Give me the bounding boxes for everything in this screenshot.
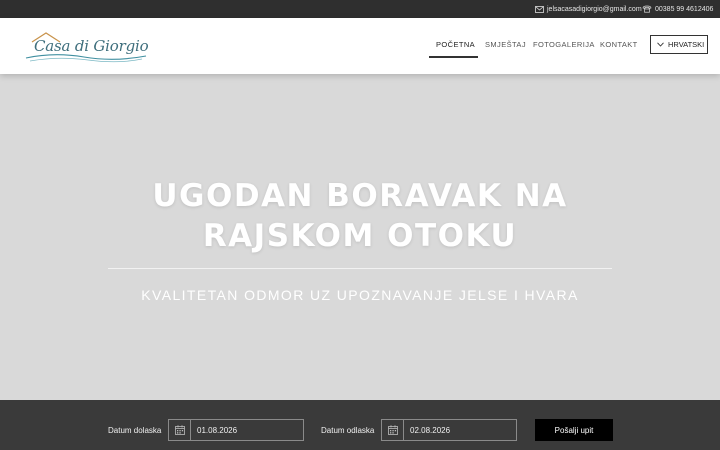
active-nav-indicator bbox=[429, 56, 478, 58]
arrival-date-field[interactable]: 01.08.2026 bbox=[168, 419, 304, 441]
email-contact[interactable]: jelsacasadigiorgio@gmail.com bbox=[535, 0, 642, 18]
phone-contact[interactable]: 00385 99 4612406 bbox=[642, 0, 713, 18]
nav-item-fotogalerija[interactable]: FOTOGALERIJA bbox=[533, 40, 595, 49]
envelope-icon bbox=[535, 5, 544, 13]
site-header: Casa di Giorgio POČETNA SMJEŠTAJ FOTOGAL… bbox=[0, 18, 720, 74]
hero-divider bbox=[108, 268, 612, 269]
hero-section: UGODAN BORAVAK NA RAJSKOM OTOKU KVALITET… bbox=[0, 74, 720, 400]
chevron-down-icon bbox=[657, 40, 664, 49]
nav-item-smjestaj[interactable]: SMJEŠTAJ bbox=[485, 40, 526, 49]
hero-title-line-2: RAJSKOM OTOKU bbox=[202, 218, 518, 254]
language-label: HRVATSKI bbox=[668, 40, 705, 49]
site-logo[interactable]: Casa di Giorgio bbox=[24, 28, 149, 66]
arrival-date-value: 01.08.2026 bbox=[197, 425, 238, 435]
booking-bar: Datum dolaska 01.08.2026 Datum odlaska 0… bbox=[0, 400, 720, 450]
logo-text: Casa di Giorgio bbox=[34, 37, 149, 55]
phone-text: 00385 99 4612406 bbox=[655, 5, 714, 13]
send-inquiry-button[interactable]: Pošalji upit bbox=[535, 419, 613, 441]
departure-date-label: Datum odlaska bbox=[321, 426, 375, 435]
arrival-date-label: Datum dolaska bbox=[108, 426, 162, 435]
departure-date-value: 02.08.2026 bbox=[410, 425, 451, 435]
hero-title-line-1: UGODAN BORAVAK NA bbox=[152, 178, 568, 214]
language-selector[interactable]: HRVATSKI bbox=[650, 35, 708, 54]
phone-icon bbox=[642, 5, 652, 13]
top-contact-bar: jelsacasadigiorgio@gmail.com 00385 99 46… bbox=[0, 0, 720, 18]
hero-subtitle: KVALITETAN ODMOR UZ UPOZNAVANJE JELSE I … bbox=[141, 287, 579, 303]
nav-item-pocetna[interactable]: POČETNA bbox=[436, 40, 475, 49]
email-text: jelsacasadigiorgio@gmail.com bbox=[547, 5, 642, 13]
departure-date-field[interactable]: 02.08.2026 bbox=[381, 419, 517, 441]
calendar-icon[interactable] bbox=[382, 420, 404, 440]
nav-item-kontakt[interactable]: KONTAKT bbox=[600, 40, 638, 49]
hero-title: UGODAN BORAVAK NA RAJSKOM OTOKU bbox=[0, 176, 720, 256]
calendar-icon[interactable] bbox=[169, 420, 191, 440]
